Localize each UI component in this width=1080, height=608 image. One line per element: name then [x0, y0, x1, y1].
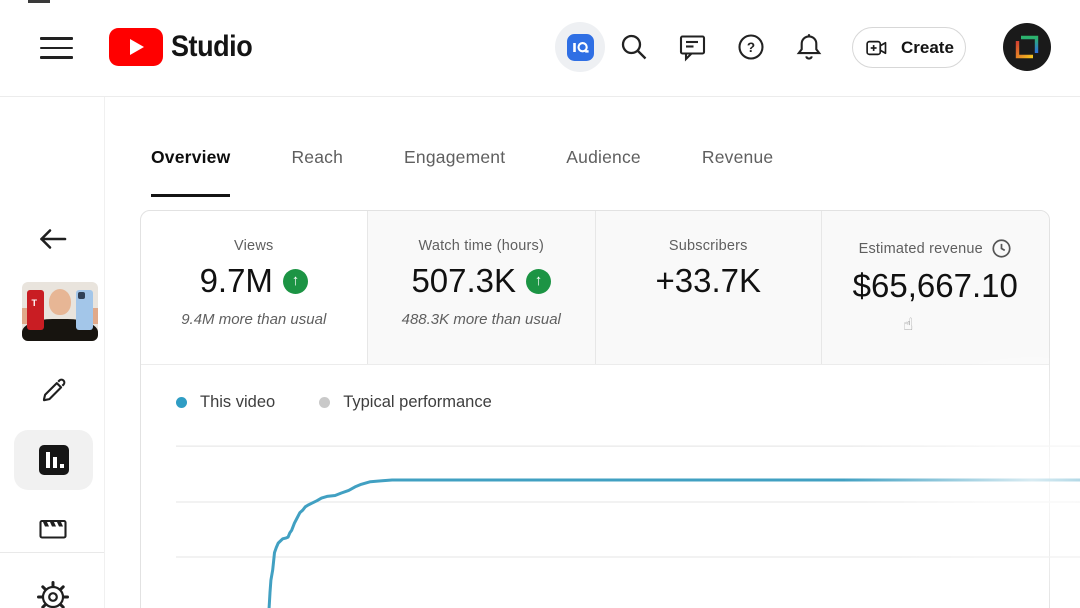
pencil-icon	[37, 374, 69, 406]
sidebar-item-details[interactable]	[36, 373, 70, 407]
youtube-play-icon	[108, 27, 164, 67]
tab-audience[interactable]: Audience	[566, 120, 641, 197]
metric-value: +33.7K	[655, 262, 761, 299]
metric-card-subscribers[interactable]: Subscribers +33.7K	[595, 211, 821, 364]
legend-dot-gray	[319, 397, 331, 408]
editor-clapperboard-icon	[37, 513, 69, 545]
feedback-comment-button[interactable]	[668, 23, 716, 71]
trend-up-icon: ↑	[526, 268, 552, 294]
sidebar: T	[0, 97, 105, 608]
clock-icon	[991, 238, 1012, 259]
search-button[interactable]	[610, 23, 658, 71]
analytics-icon	[38, 445, 69, 475]
account-avatar[interactable]	[1003, 23, 1051, 71]
comment-icon	[676, 31, 708, 63]
sidebar-divider	[0, 552, 104, 553]
help-button[interactable]: ?	[727, 23, 775, 71]
metric-label: Subscribers	[668, 238, 748, 254]
legend-item-this-video: This video	[176, 393, 275, 412]
sidebar-item-analytics[interactable]	[14, 430, 93, 490]
tab-engagement[interactable]: Engagement	[404, 120, 505, 197]
vidiq-icon	[566, 33, 594, 61]
metric-label: Views	[234, 238, 274, 254]
sidebar-item-editor[interactable]	[36, 512, 70, 546]
metric-value: 9.7M ↑	[141, 262, 367, 299]
arrow-left-icon	[35, 223, 69, 255]
thumbnail-blue-phone	[76, 290, 93, 330]
top-bar: Studio ? Create	[0, 0, 1080, 97]
gear-icon	[36, 580, 70, 608]
metric-label: Watch time (hours)	[418, 238, 545, 254]
tab-overview[interactable]: Overview	[151, 120, 231, 197]
back-button[interactable]	[34, 221, 70, 257]
vidiq-extension-button[interactable]	[555, 22, 605, 72]
create-button[interactable]: Create	[852, 27, 966, 68]
thumbnail-face	[49, 289, 71, 315]
video-artifact	[28, 0, 50, 3]
trend-up-icon: ↑	[282, 268, 308, 294]
notifications-button[interactable]	[785, 23, 833, 71]
metric-subtext: 9.4M more than usual	[181, 311, 327, 329]
video-thumbnail[interactable]: T	[22, 282, 98, 341]
mouse-cursor: ☝	[903, 315, 914, 335]
svg-text:?: ?	[747, 40, 755, 55]
metric-value: $65,667.10	[852, 267, 1018, 304]
sidebar-item-settings[interactable]	[35, 579, 71, 608]
metric-card-watch-time[interactable]: Watch time (hours) 507.3K ↑ 488.3K more …	[366, 211, 596, 364]
chart-legend: This video Typical performance	[176, 393, 492, 412]
analytics-tab-bar: Overview Reach Engagement Audience Reven…	[151, 120, 773, 197]
menu-button[interactable]	[32, 24, 80, 72]
tab-revenue[interactable]: Revenue	[702, 120, 773, 197]
help-icon: ?	[735, 31, 767, 63]
views-line-chart[interactable]	[176, 435, 1080, 608]
youtube-studio-logo[interactable]: Studio	[108, 27, 261, 67]
legend-item-typical-performance: Typical performance	[319, 393, 492, 412]
studio-wordmark: Studio	[171, 30, 253, 63]
legend-dot-blue	[176, 397, 187, 408]
bell-icon	[793, 31, 825, 63]
metric-subtext: 488.3K more than usual	[401, 311, 561, 329]
metric-strip: Views 9.7M ↑ 9.4M more than usual Watch …	[141, 211, 1049, 365]
metric-value: 507.3K ↑	[368, 262, 596, 299]
youtube-studio-app: Studio ? Create T Overview Reach Engagem…	[0, 0, 1080, 608]
tab-reach[interactable]: Reach	[291, 120, 343, 197]
create-camera-icon	[866, 38, 893, 58]
hamburger-icon	[39, 37, 73, 59]
search-icon	[618, 31, 650, 63]
thumbnail-red-phone: T	[27, 290, 44, 330]
metric-card-estimated-revenue[interactable]: Estimated revenue $65,667.10	[820, 211, 1050, 364]
create-button-label: Create	[901, 37, 954, 57]
metric-label: Estimated revenue	[822, 238, 1050, 259]
metric-card-views[interactable]: Views 9.7M ↑ 9.4M more than usual	[141, 211, 367, 364]
